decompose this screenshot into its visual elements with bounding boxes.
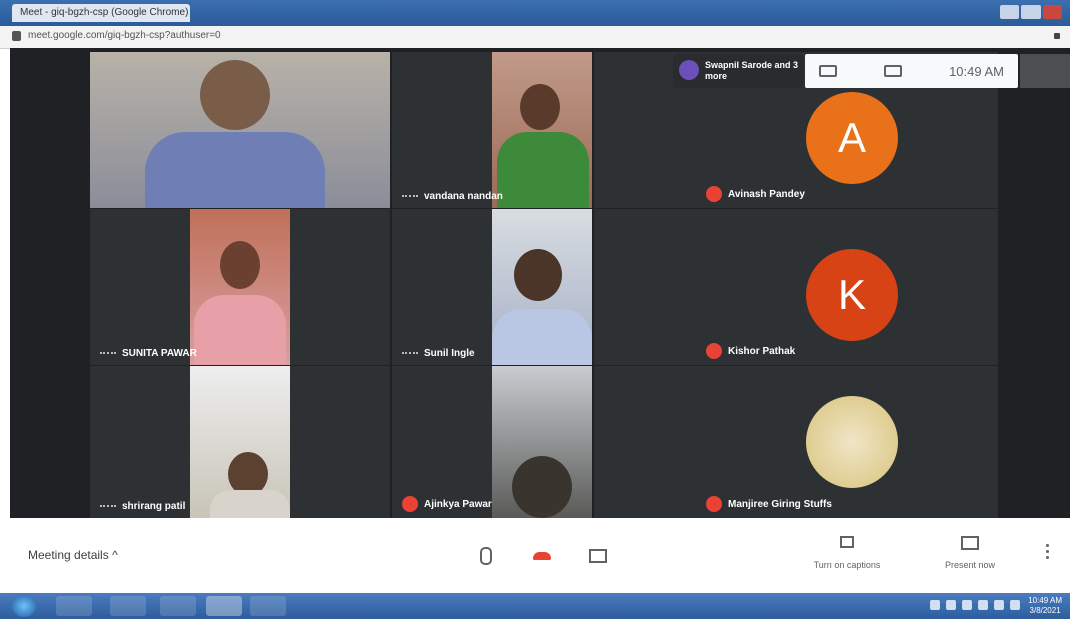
present-now-button[interactable]: Present now — [925, 532, 1015, 582]
meeting-details-label: Meeting details — [28, 548, 109, 562]
present-screen-icon — [961, 536, 979, 550]
url-text[interactable]: meet.google.com/giq-bgzh-csp?authuser=0 — [28, 30, 221, 41]
meeting-info-bar: 10:49 AM — [805, 54, 1018, 88]
tray-icon[interactable] — [946, 600, 956, 610]
file-explorer-icon[interactable] — [110, 596, 146, 616]
leave-call-button[interactable] — [524, 538, 560, 574]
person-body — [210, 490, 290, 518]
tray-icon[interactable] — [978, 600, 988, 610]
present-now-label: Present now — [944, 560, 996, 570]
tray-icon[interactable] — [930, 600, 940, 610]
self-view[interactable] — [1020, 54, 1070, 88]
close-button[interactable] — [1042, 5, 1062, 19]
camera-icon — [589, 549, 607, 563]
participant-tile[interactable]: SUNITA PAWAR — [90, 209, 390, 365]
participant-name: Sunil Ingle — [402, 348, 475, 359]
mic-off-icon — [706, 343, 722, 359]
participant-tile[interactable]: shrirang patil — [90, 366, 390, 518]
volume-icon[interactable] — [1010, 600, 1020, 610]
person-head — [514, 249, 562, 301]
camera-button[interactable] — [580, 538, 616, 574]
participant-video — [190, 209, 290, 365]
more-options-icon[interactable] — [402, 194, 418, 199]
participant-tile[interactable]: K Kishor Pathak — [594, 209, 998, 365]
mic-off-icon — [402, 496, 418, 512]
person-head — [200, 60, 270, 130]
participant-name: Manjiree Giring Stuffs — [706, 496, 832, 512]
mic-off-icon — [706, 496, 722, 512]
captions-button[interactable]: Turn on captions — [802, 532, 892, 582]
meeting-stage: vandana nandan A Avinash Pandey SUNITA P… — [10, 48, 1070, 518]
more-options-icon[interactable] — [402, 351, 418, 356]
participant-tile[interactable] — [90, 52, 390, 208]
participant-video — [492, 366, 592, 518]
system-tray — [930, 600, 1020, 610]
browser-tab[interactable]: Meet - giq-bgzh-csp (Google Chrome) — [12, 4, 190, 22]
windows-taskbar: 10:49 AM 3/8/2021 — [0, 593, 1070, 619]
participants-icon[interactable] — [819, 65, 837, 77]
person-body — [497, 132, 589, 208]
maximize-button[interactable] — [1021, 5, 1041, 19]
meeting-controls: Meeting details ^ Turn on captions Prese… — [0, 518, 1070, 593]
browser-menu-icon[interactable] — [1054, 33, 1060, 39]
participant-tile[interactable]: Manjiree Giring Stuffs — [594, 366, 998, 518]
taskbar-date: 3/8/2021 — [1029, 606, 1061, 615]
participant-tile[interactable]: vandana nandan — [392, 52, 592, 208]
lock-icon — [12, 31, 21, 41]
presenter-avatar — [679, 60, 699, 80]
person-head — [520, 84, 560, 130]
participant-name: Kishor Pathak — [706, 343, 795, 359]
chevron-up-icon: ^ — [112, 548, 118, 562]
participant-video — [90, 52, 390, 208]
participant-video — [492, 52, 592, 208]
participant-tile[interactable]: Sunil Ingle — [392, 209, 592, 365]
participant-name: Ajinkya Pawar — [402, 496, 492, 512]
person-body — [492, 309, 592, 365]
participant-name: Avinash Pandey — [706, 186, 805, 202]
meeting-clock: 10:49 AM — [949, 63, 1004, 79]
chrome-icon[interactable] — [206, 596, 242, 616]
participant-name: vandana nandan — [402, 191, 503, 202]
start-button[interactable] — [12, 595, 36, 617]
microphone-icon — [480, 547, 492, 565]
internet-explorer-icon[interactable] — [56, 596, 92, 616]
microphone-button[interactable] — [468, 538, 504, 574]
person-head — [220, 241, 260, 289]
avatar: K — [806, 249, 898, 341]
chat-icon[interactable] — [884, 65, 903, 77]
mic-off-icon — [706, 186, 722, 202]
browser-titlebar: Meet - giq-bgzh-csp (Google Chrome) — [0, 0, 1070, 26]
participant-video — [492, 209, 592, 365]
more-options-icon[interactable] — [100, 504, 116, 509]
presenting-chip[interactable]: Swapnil Sarode and 3 more — [673, 54, 803, 88]
window-controls — [1000, 5, 1062, 19]
taskbar-clock[interactable]: 10:49 AM 3/8/2021 — [1028, 596, 1062, 616]
network-icon[interactable] — [994, 600, 1004, 610]
avatar — [806, 396, 898, 488]
participant-name: SUNITA PAWAR — [100, 348, 197, 359]
more-options-icon[interactable] — [100, 351, 116, 356]
taskbar-app-icon[interactable] — [250, 596, 286, 616]
meeting-details-button[interactable]: Meeting details ^ — [28, 548, 118, 562]
participant-video — [190, 366, 290, 518]
tray-icon[interactable] — [962, 600, 972, 610]
captions-label: Turn on captions — [813, 560, 881, 570]
minimize-button[interactable] — [1000, 5, 1020, 19]
captions-icon — [840, 536, 854, 548]
avatar: A — [806, 92, 898, 184]
participant-tile[interactable]: Ajinkya Pawar — [392, 366, 592, 518]
media-player-icon[interactable] — [160, 596, 196, 616]
person-body — [145, 132, 325, 208]
person-head — [512, 456, 572, 518]
more-options-icon[interactable] — [1046, 544, 1050, 562]
person-body — [194, 295, 286, 365]
taskbar-time: 10:49 AM — [1028, 596, 1062, 605]
hang-up-icon — [533, 552, 551, 560]
presenting-text: Swapnil Sarode and 3 more — [705, 60, 799, 81]
address-bar[interactable]: meet.google.com/giq-bgzh-csp?authuser=0 — [0, 26, 1070, 49]
participant-name: shrirang patil — [100, 501, 185, 512]
